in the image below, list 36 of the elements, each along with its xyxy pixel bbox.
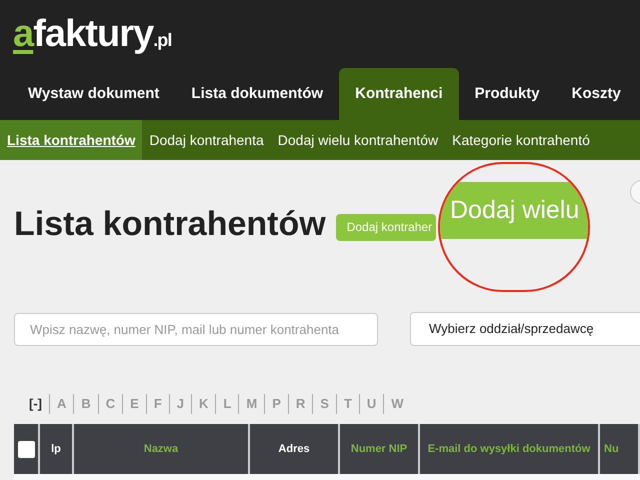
letter-filter[interactable]: E xyxy=(122,394,146,414)
subnav-link[interactable]: Lista kontrahentów xyxy=(0,120,142,160)
nav-tab[interactable]: Wystaw dokument xyxy=(12,68,176,120)
subnav-link[interactable]: Kategorie kontrahentó xyxy=(445,120,597,160)
branch-select[interactable]: Wybierz oddział/sprzedawcę xyxy=(410,312,640,346)
letter-filter[interactable]: [-] xyxy=(22,394,49,414)
column-header[interactable]: Nu xyxy=(604,440,619,458)
letter-filter[interactable]: W xyxy=(383,394,411,414)
nav-tab[interactable]: Koszty xyxy=(556,68,637,120)
letter-filter[interactable]: S xyxy=(312,394,336,414)
subnav-link[interactable]: Dodaj kontrahenta xyxy=(142,120,271,160)
letter-filter[interactable]: P xyxy=(264,394,288,414)
column-header[interactable]: E-mail do wysyłki dokumentów xyxy=(428,440,590,458)
logo: afaktury.pl xyxy=(13,15,172,53)
letter-filter[interactable]: A xyxy=(49,394,74,414)
letter-filter[interactable]: R xyxy=(288,394,312,414)
letter-filter[interactable]: F xyxy=(146,394,169,414)
select-all-checkbox[interactable] xyxy=(18,440,34,458)
letter-filter[interactable]: K xyxy=(191,394,216,414)
letter-filter[interactable]: T xyxy=(336,394,359,414)
letter-filter[interactable]: B xyxy=(73,394,98,414)
column-header[interactable]: lp xyxy=(51,440,61,458)
nav-tab[interactable]: Kontrahenci xyxy=(339,68,459,120)
column-header[interactable]: Nazwa xyxy=(144,440,178,458)
letter-filter[interactable]: U xyxy=(358,394,384,414)
subnav-link[interactable]: Dodaj wielu kontrahentów xyxy=(270,120,446,160)
column-header[interactable]: Numer NIP xyxy=(350,440,408,458)
search-field[interactable]: Wpisz nazwę, numer NIP, mail lub numer kontrahenta xyxy=(14,312,378,346)
nav-tab[interactable]: Produkty xyxy=(458,68,556,120)
letter-filter[interactable]: M xyxy=(238,394,264,414)
page-title: Lista kontrahentów xyxy=(14,204,326,244)
letter-filter[interactable]: J xyxy=(168,394,192,414)
letter-filter[interactable]: C xyxy=(98,394,122,414)
nav-tab[interactable]: Lista dokumentów xyxy=(175,68,340,120)
letter-filter[interactable]: L xyxy=(215,394,238,414)
column-header[interactable]: Adres xyxy=(278,440,310,458)
